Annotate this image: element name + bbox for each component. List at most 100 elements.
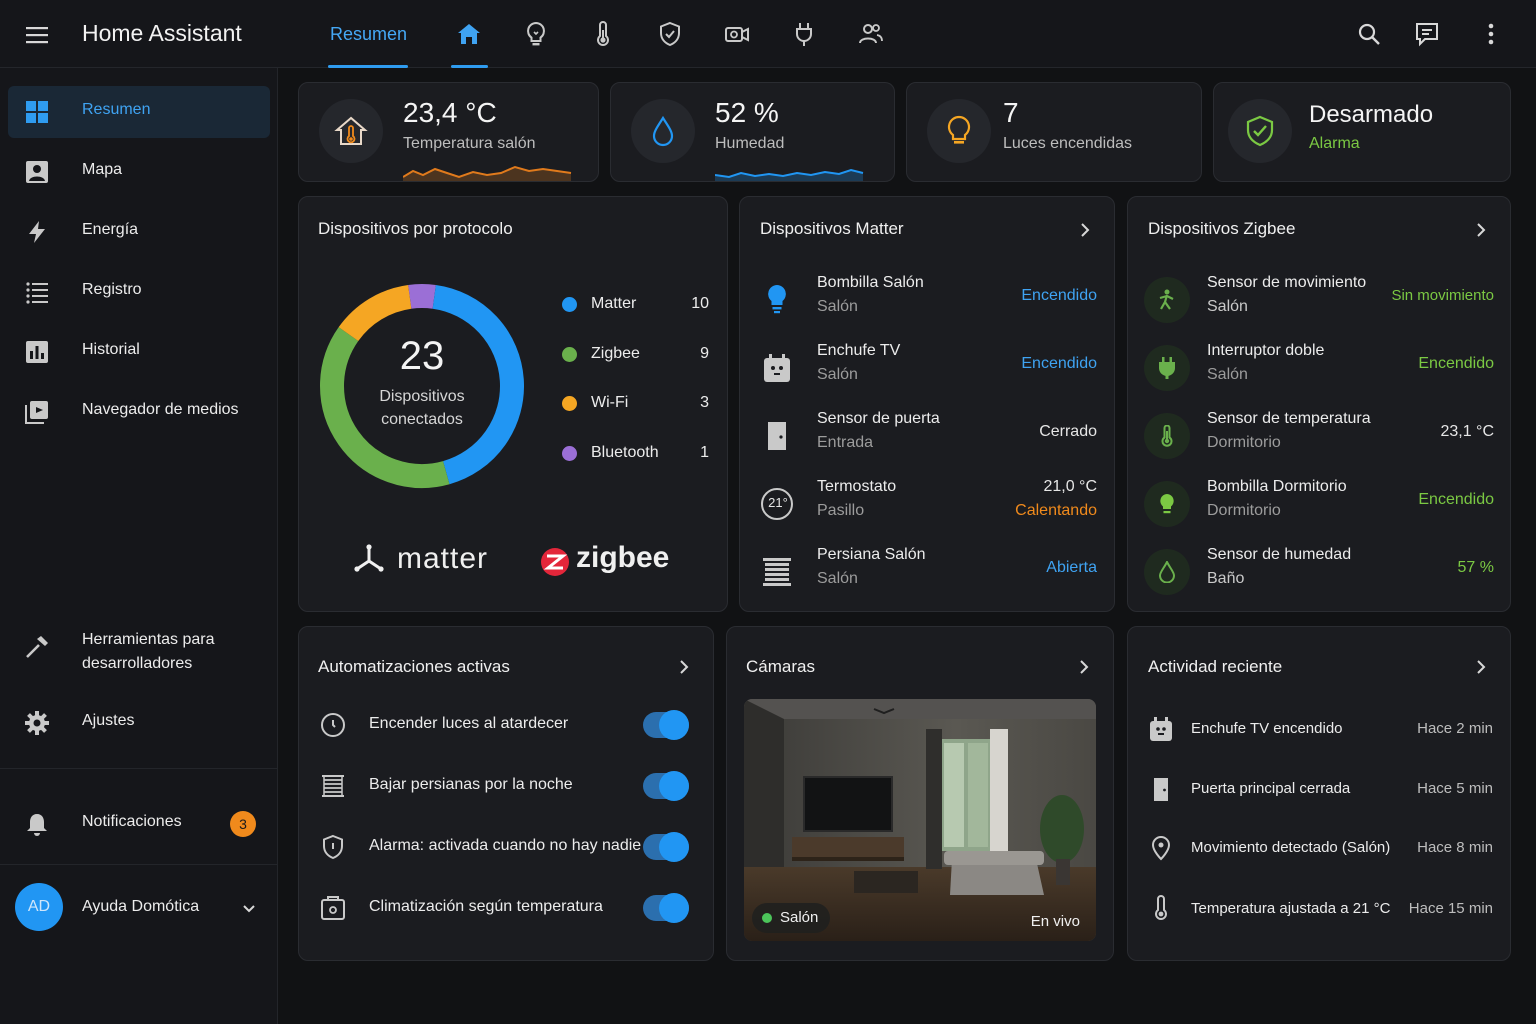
matter-device-row[interactable]: 21° Termostato Pasillo 21,0 °C Calentand… — [760, 473, 1097, 533]
device-state: Encendido — [1021, 355, 1097, 372]
sidebar-item-resumen[interactable]: Resumen — [8, 86, 270, 138]
device-state: Encendido — [1418, 355, 1494, 372]
sidebar-item-notificaciones[interactable]: Notificaciones 3 — [8, 798, 270, 850]
automation-label: Encender luces al atardecer — [369, 715, 569, 732]
camera-icon[interactable] — [723, 20, 751, 48]
device-state: 23,1 °C — [1440, 423, 1494, 440]
device-state: Cerrado — [1039, 423, 1097, 440]
matter-device-row[interactable]: Enchufe TV Salón Encendido — [760, 337, 1097, 397]
activity-row[interactable]: Movimiento detectado (Salón) Hace 8 min — [1147, 828, 1493, 868]
matter-device-row[interactable]: Persiana Salón Salón Abierta — [760, 541, 1097, 601]
location-icon — [1151, 835, 1171, 861]
zigbee-device-row[interactable]: Interruptor doble Salón Encendido — [1144, 337, 1494, 397]
camera-name: Salón — [780, 909, 819, 926]
sidebar-item-label: Resumen — [82, 101, 151, 118]
home-icon[interactable] — [455, 20, 483, 48]
device-room: Salón — [817, 298, 858, 315]
chevron-right-icon[interactable] — [1472, 221, 1490, 239]
thermometer-icon[interactable] — [589, 20, 617, 48]
sidebar-item-label: Ajustes — [82, 712, 135, 729]
chevron-right-icon[interactable] — [1075, 658, 1093, 676]
plug-icon[interactable] — [790, 20, 818, 48]
user-name: Ayuda Domótica — [82, 898, 200, 915]
sidebar-item-label: Notificaciones — [82, 813, 182, 830]
thermometer-icon — [1161, 425, 1173, 447]
device-state: Encendido — [1021, 287, 1097, 304]
sidebar-item-mapa[interactable]: Mapa — [8, 146, 270, 198]
assist-icon[interactable] — [1413, 20, 1441, 48]
activity-time: Hace 8 min — [1417, 839, 1493, 856]
cameras-card: Cámaras Salón En vivo — [726, 626, 1114, 961]
zigbee-device-row[interactable]: Sensor de humedad Baño 57 % — [1144, 541, 1494, 601]
hammer-icon — [26, 636, 48, 658]
stat-label: Humedad — [715, 135, 785, 152]
sidebar-item-energia[interactable]: Energía — [8, 206, 270, 258]
automation-toggle[interactable] — [643, 710, 689, 740]
card-title: Dispositivos Zigbee — [1148, 219, 1296, 238]
stat-card-humidity[interactable]: 52 % Humedad — [610, 82, 895, 182]
outlet-icon — [764, 354, 790, 382]
app-title: Home Assistant — [82, 20, 242, 46]
activity-card: Actividad reciente Enchufe TV encendido … — [1127, 626, 1511, 961]
stat-card-alarm[interactable]: Desarmado Alarma — [1213, 82, 1511, 182]
dashboard-icon — [26, 101, 48, 123]
device-state: 57 % — [1457, 559, 1494, 576]
device-name: Enchufe TV — [817, 342, 901, 359]
chevron-right-icon[interactable] — [675, 658, 693, 676]
chevron-right-icon[interactable] — [1076, 221, 1094, 239]
thermostat-badge: 21° — [768, 495, 788, 510]
device-icon-bubble — [1144, 549, 1190, 595]
people-icon[interactable] — [857, 20, 885, 48]
zigbee-device-row[interactable]: Sensor de movimiento Salón Sin movimient… — [1144, 269, 1494, 329]
lightbulb-icon[interactable] — [522, 20, 550, 48]
stat-card-lights[interactable]: 7 Luces encendidas — [906, 82, 1202, 182]
more-vert-icon[interactable] — [1477, 20, 1505, 48]
menu-icon[interactable] — [24, 22, 50, 48]
user-menu[interactable]: AD Ayuda Domótica — [0, 864, 278, 956]
activity-row[interactable]: Enchufe TV encendido Hace 2 min — [1147, 709, 1493, 749]
automation-toggle[interactable] — [643, 893, 689, 923]
camera-feed[interactable]: Salón En vivo — [744, 699, 1096, 941]
clock-icon — [321, 713, 345, 737]
water-drop-icon — [652, 115, 674, 147]
plug-icon — [1159, 357, 1175, 379]
stat-label: Temperatura salón — [403, 135, 536, 152]
activity-row[interactable]: Temperatura ajustada a 21 °C Hace 15 min — [1147, 889, 1493, 929]
sidebar-item-historial[interactable]: Historial — [8, 326, 270, 378]
sidebar-item-registro[interactable]: Registro — [8, 266, 270, 318]
search-icon[interactable] — [1355, 20, 1383, 48]
device-room: Salón — [1207, 366, 1248, 383]
camera-name-pill: Salón — [752, 903, 831, 933]
list-icon — [26, 282, 48, 304]
tab-summary[interactable]: Resumen — [330, 24, 407, 45]
device-room: Entrada — [817, 434, 874, 451]
device-state: Encendido — [1418, 491, 1494, 508]
outlet-icon — [1150, 717, 1172, 741]
device-state: 21,0 °C — [1043, 478, 1097, 495]
matter-device-row[interactable]: Bombilla Salón Salón Encendido — [760, 269, 1097, 329]
card-title: Cámaras — [746, 657, 815, 676]
matter-device-row[interactable]: Sensor de puerta Entrada Cerrado — [760, 405, 1097, 465]
stat-label: Alarma — [1309, 135, 1360, 152]
motion-icon — [1159, 289, 1174, 310]
legend-name: Bluetooth — [591, 444, 659, 461]
donut-segment-bluetooth — [408, 284, 436, 309]
activity-row[interactable]: Puerta principal cerrada Hace 5 min — [1147, 769, 1493, 809]
device-name: Termostato — [817, 478, 897, 495]
sidebar-item-label: Navegador de medios — [82, 401, 239, 418]
stat-value: 7 — [1003, 97, 1019, 128]
shield-icon[interactable] — [656, 20, 684, 48]
sidebar-item-herramientas[interactable]: Herramientas para desarrolladores — [8, 620, 270, 684]
sidebar-item-label: Historial — [82, 341, 140, 358]
thermostat-box-icon — [321, 896, 345, 920]
stat-card-temperature[interactable]: 23,4 °C Temperatura salón — [298, 82, 599, 182]
zigbee-device-row[interactable]: Sensor de temperatura Dormitorio 23,1 °C — [1144, 405, 1494, 465]
device-room: Salón — [817, 366, 858, 383]
sidebar-item-ajustes[interactable]: Ajustes — [8, 697, 270, 749]
chevron-right-icon[interactable] — [1472, 658, 1490, 676]
automation-toggle[interactable] — [643, 771, 689, 801]
automation-toggle[interactable] — [643, 832, 689, 862]
zigbee-device-row[interactable]: Bombilla Dormitorio Dormitorio Encendido — [1144, 473, 1494, 533]
automation-row: Alarma: activada cuando no hay nadie — [319, 825, 693, 869]
sidebar-item-navegador-medios[interactable]: Navegador de medios — [8, 386, 270, 438]
